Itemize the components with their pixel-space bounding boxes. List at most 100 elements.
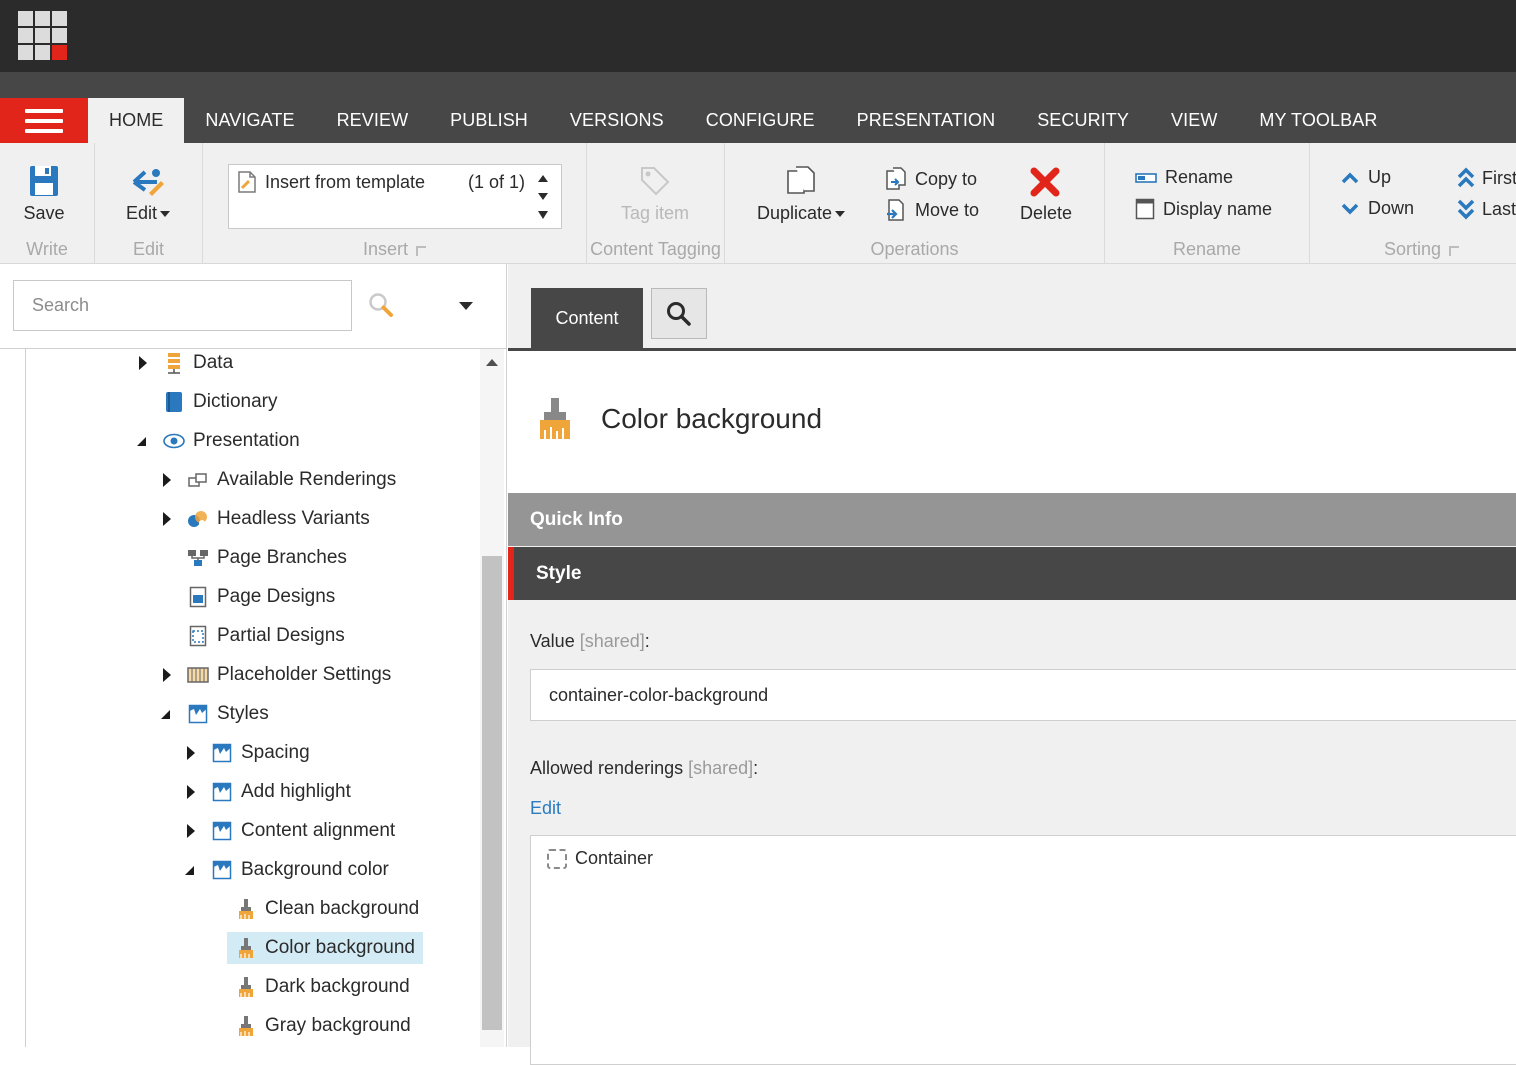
edit-allowed-renderings-link[interactable]: Edit [530, 798, 561, 819]
expand-content-alignment-icon[interactable] [187, 824, 195, 838]
delete-label: Delete [1019, 203, 1073, 223]
tree-node-label: Available Renderings [217, 469, 397, 490]
tree-node-label: Background color [241, 859, 389, 880]
copy-to-label: Copy to [915, 168, 978, 189]
delete-button[interactable]: Delete [1009, 165, 1083, 224]
tree-node-page-designs[interactable]: Page Designs [187, 581, 335, 613]
scroll-up-arrow[interactable] [486, 359, 498, 366]
last-button[interactable]: Last [1456, 198, 1516, 220]
scroll-up-icon[interactable] [538, 174, 548, 182]
duplicate-button[interactable]: Duplicate [751, 165, 851, 224]
sitecore-logo[interactable] [18, 11, 67, 60]
tab-presentation[interactable]: PRESENTATION [836, 98, 1017, 143]
list-item[interactable]: Container [547, 848, 653, 869]
duplicate-label: Duplicate [756, 203, 833, 223]
collapse-styles-icon[interactable] [161, 710, 170, 719]
tree-scrollbar[interactable] [480, 349, 504, 1047]
tree-node-available-renderings[interactable]: Available Renderings [187, 464, 396, 496]
last-label: Last [1482, 198, 1516, 219]
ribbon-group-rename: Rename Display name Rename [1105, 143, 1310, 264]
allowed-renderings-list[interactable]: Container [530, 835, 1516, 1065]
expand-icon[interactable] [538, 210, 548, 219]
tab-my-toolbar[interactable]: MY TOOLBAR [1238, 98, 1398, 143]
tab-content[interactable]: Content [531, 288, 643, 348]
tree-node-label: Data [193, 352, 234, 373]
tree-node-label: Partial Designs [217, 625, 345, 646]
tag-icon [641, 167, 670, 196]
up-button[interactable]: Up [1340, 167, 1391, 188]
tab-publish[interactable]: PUBLISH [429, 98, 549, 143]
hamburger-icon[interactable] [0, 98, 88, 143]
insert-from-template-item[interactable]: Insert from template (1 of 1) [237, 171, 525, 193]
chevron-down-icon [160, 211, 171, 218]
display-name-button[interactable]: Display name [1135, 198, 1272, 220]
expand-available-renderings-icon[interactable] [163, 473, 171, 487]
style-section-header[interactable]: Style [508, 547, 1516, 600]
tab-view[interactable]: VIEW [1150, 98, 1238, 143]
search-icon [667, 301, 691, 326]
group-label-write: Write [26, 239, 68, 259]
tab-home[interactable]: HOME [88, 98, 185, 143]
tree-node-label: Dictionary [193, 391, 278, 412]
paintbrush-icon [235, 976, 257, 998]
double-chevron-down-icon [1457, 199, 1475, 220]
search-icon[interactable] [368, 292, 394, 318]
tree-node-dark-background[interactable]: Dark background [235, 971, 410, 1003]
copy-to-button[interactable]: Copy to [885, 167, 977, 191]
expand-add-highlight-icon[interactable] [187, 785, 195, 799]
scrollbar-thumb[interactable] [482, 556, 502, 1030]
tree-node-data[interactable]: Data [163, 349, 233, 379]
collapse-presentation-icon[interactable] [137, 437, 146, 446]
ribbon-group-tagging: Tag item Content Tagging [587, 143, 725, 264]
insert-options-list[interactable]: Insert from template (1 of 1) [228, 164, 562, 229]
tag-item-button[interactable]: Tag item [587, 165, 723, 224]
tree-node-spacing[interactable]: Spacing [211, 737, 310, 769]
tab-versions[interactable]: VERSIONS [549, 98, 685, 143]
tab-review[interactable]: REVIEW [316, 98, 430, 143]
tree-node-label: Placeholder Settings [217, 664, 392, 685]
search-input[interactable]: Search [13, 280, 352, 331]
search-tab-button[interactable] [651, 288, 707, 339]
branches-icon [187, 547, 209, 569]
expand-headless-variants-icon[interactable] [163, 512, 171, 526]
rename-button[interactable]: Rename [1135, 167, 1233, 188]
display-name-icon [1135, 198, 1155, 220]
collapse-background-color-icon[interactable] [185, 866, 194, 875]
move-to-button[interactable]: Move to [885, 198, 979, 222]
tree-node-presentation[interactable]: Presentation [163, 425, 300, 457]
save-button[interactable]: Save [0, 165, 88, 224]
tree-node-gray-background[interactable]: Gray background [235, 1010, 411, 1042]
tab-security[interactable]: SECURITY [1016, 98, 1150, 143]
tree-node-background-color[interactable]: Background color [211, 854, 389, 886]
tree-node-partial-designs[interactable]: Partial Designs [187, 620, 345, 652]
scroll-down-icon[interactable] [538, 192, 548, 200]
quick-info-section[interactable]: Quick Info [508, 493, 1516, 546]
tree-node-add-highlight[interactable]: Add highlight [211, 776, 351, 808]
down-button[interactable]: Down [1340, 198, 1414, 219]
tree-node-dictionary[interactable]: Dictionary [163, 386, 277, 418]
expand-placeholder-settings-icon[interactable] [163, 668, 171, 682]
tree-node-clean-background[interactable]: Clean background [235, 893, 419, 925]
tab-navigate[interactable]: NAVIGATE [184, 98, 315, 143]
tree-node-styles[interactable]: Styles [187, 698, 269, 730]
tree-node-placeholder-settings[interactable]: Placeholder Settings [187, 659, 391, 691]
insert-spinner[interactable] [525, 165, 561, 228]
tree-node-headless-variants[interactable]: Headless Variants [187, 503, 370, 535]
first-button[interactable]: First [1456, 167, 1516, 189]
tree-node-label: Color background [265, 937, 415, 958]
eye-icon [163, 430, 185, 452]
value-field[interactable]: container-color-background [530, 669, 1516, 721]
search-options-dropdown[interactable] [459, 302, 473, 310]
group-label-operations: Operations [870, 239, 959, 259]
expand-data-icon[interactable] [139, 356, 147, 370]
tab-configure[interactable]: CONFIGURE [685, 98, 836, 143]
expand-spacing-icon[interactable] [187, 746, 195, 760]
tree-node-content-alignment[interactable]: Content alignment [211, 815, 395, 847]
edit-button[interactable]: Edit [95, 165, 201, 224]
document-icon [238, 171, 256, 193]
tree-node-color-background[interactable]: Color background [227, 932, 423, 964]
tree-node-label: Spacing [241, 742, 310, 763]
ribbon-group-edit: Edit Edit [95, 143, 203, 264]
duplicate-icon [787, 166, 815, 194]
tree-node-page-branches[interactable]: Page Branches [187, 542, 347, 574]
